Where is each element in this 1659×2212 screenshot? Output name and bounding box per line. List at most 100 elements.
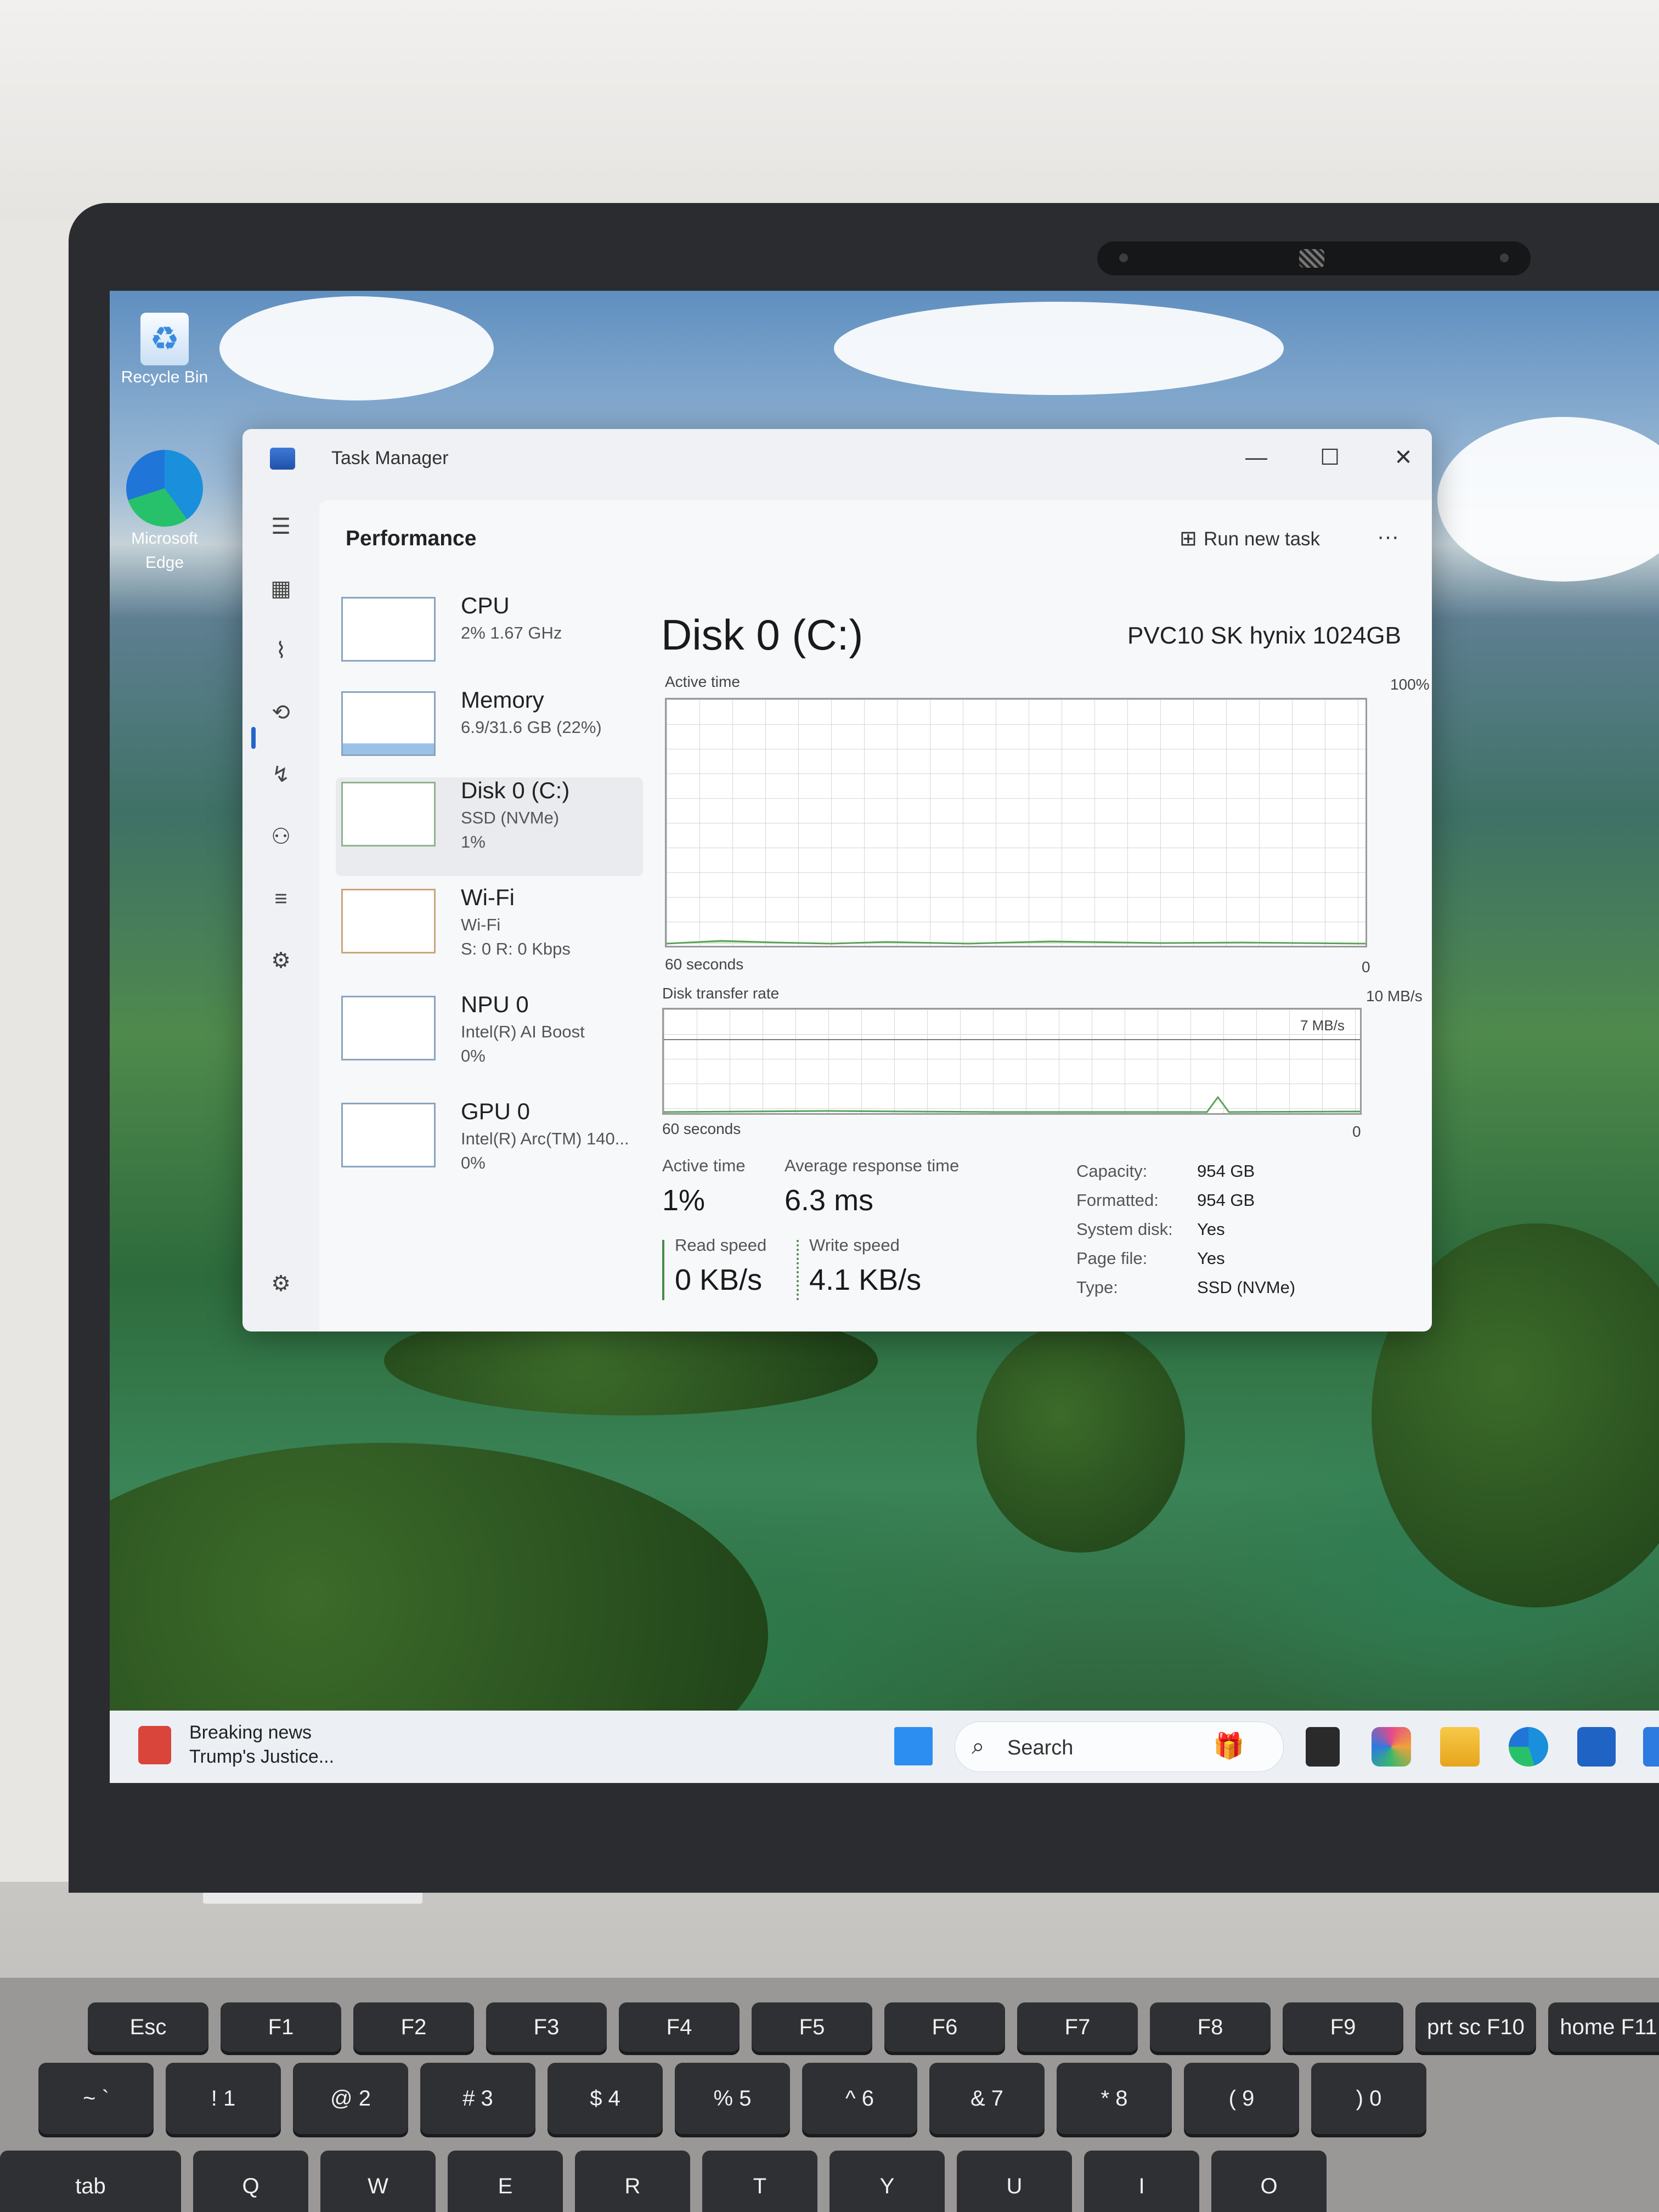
function-key[interactable]: F3: [486, 2002, 607, 2052]
number-key[interactable]: ) 0: [1311, 2063, 1426, 2134]
startup-apps-icon[interactable]: ↯: [266, 759, 296, 790]
app-history-icon[interactable]: ⟲: [266, 697, 296, 728]
details-icon[interactable]: ≡: [266, 883, 296, 914]
search-box[interactable]: ⌕ Search 🎁: [955, 1722, 1284, 1772]
letter-key[interactable]: Q: [193, 2151, 308, 2212]
cpu-thumbnail-graph: [341, 597, 436, 662]
hamburger-icon[interactable]: ☰: [266, 511, 296, 542]
function-key[interactable]: F7: [1017, 2002, 1138, 2052]
prop-key: System disk:: [1076, 1220, 1173, 1239]
news-widget[interactable]: Breaking news Trump's Justice...: [189, 1720, 334, 1769]
function-key[interactable]: prt sc F10: [1415, 2002, 1536, 2052]
settings-icon[interactable]: ⚙: [266, 1268, 296, 1299]
maximize-button[interactable]: ☐: [1313, 441, 1346, 474]
number-key[interactable]: & 7: [929, 2063, 1045, 2134]
read-speed-marker: [662, 1240, 664, 1300]
function-key[interactable]: F9: [1283, 2002, 1403, 2052]
function-key[interactable]: F4: [619, 2002, 740, 2052]
resource-name: CPU: [461, 592, 510, 618]
close-button[interactable]: ✕: [1387, 441, 1420, 474]
resource-wifi[interactable]: Wi-Fi Wi-Fi S: 0 R: 0 Kbps: [336, 884, 643, 983]
stat-active-time-value: 1%: [662, 1184, 706, 1217]
active-time-line: [666, 940, 1366, 945]
start-button-icon[interactable]: [894, 1727, 933, 1765]
letter-key[interactable]: tab: [0, 2151, 181, 2212]
webcam-shutter[interactable]: [1299, 249, 1324, 268]
number-key[interactable]: ! 1: [166, 2063, 281, 2134]
processes-icon[interactable]: ▦: [266, 573, 296, 604]
resource-usage: S: 0 R: 0 Kbps: [461, 939, 571, 958]
title-bar[interactable]: Task Manager — ☐ ✕: [242, 429, 1432, 500]
number-key[interactable]: # 3: [420, 2063, 535, 2134]
function-key[interactable]: F2: [353, 2002, 474, 2052]
microsoft-365-icon[interactable]: [1372, 1727, 1411, 1767]
wallpaper-cloud: [219, 296, 494, 400]
number-key[interactable]: @ 2: [293, 2063, 408, 2134]
function-key[interactable]: F1: [221, 2002, 341, 2052]
letter-key[interactable]: U: [957, 2151, 1072, 2212]
number-key[interactable]: $ 4: [548, 2063, 663, 2134]
number-key[interactable]: ^ 6: [802, 2063, 917, 2134]
resource-memory[interactable]: Memory 6.9/31.6 GB (22%): [336, 687, 643, 786]
write-speed-marker: [797, 1240, 799, 1300]
disk-model: PVC10 SK hynix 1024GB: [1127, 622, 1401, 649]
edge-shortcut[interactable]: Microsoft Edge: [110, 450, 219, 575]
resource-detail: 6.9/31.6 GB (22%): [461, 718, 602, 737]
number-key[interactable]: * 8: [1057, 2063, 1172, 2134]
resource-name: Wi-Fi: [461, 884, 515, 910]
active-time-graph-label: Active time: [665, 673, 740, 690]
active-time-span-label: 60 seconds: [665, 956, 744, 973]
news-widget-icon[interactable]: [138, 1726, 171, 1764]
users-icon[interactable]: ⚇: [266, 821, 296, 852]
task-manager-app-icon: [270, 448, 295, 470]
resource-detail: SSD (NVMe): [461, 808, 560, 827]
resource-disk[interactable]: Disk 0 (C:) SSD (NVMe) 1%: [336, 777, 643, 876]
prop-value: 954 GB: [1197, 1190, 1255, 1210]
letter-key[interactable]: W: [320, 2151, 436, 2212]
transfer-rate-graph: 7 MB/s: [662, 1008, 1362, 1115]
function-key[interactable]: home F11: [1548, 2002, 1659, 2052]
resource-cpu[interactable]: CPU 2% 1.67 GHz: [336, 592, 643, 691]
nav-rail: ☰ ▦ ⌇ ⟲ ↯ ⚇ ≡ ⚙ ⚙: [242, 500, 319, 1331]
background-wall: [0, 0, 1659, 219]
resource-gpu[interactable]: GPU 0 Intel(R) Arc(TM) 140... 0%: [336, 1098, 643, 1197]
store-icon[interactable]: [1577, 1727, 1616, 1767]
number-key[interactable]: ( 9: [1184, 2063, 1299, 2134]
task-manager-window: Task Manager — ☐ ✕ ☰ ▦ ⌇ ⟲ ↯ ⚇ ≡ ⚙ ⚙ Per…: [242, 429, 1432, 1331]
stat-active-time-label: Active time: [662, 1156, 746, 1175]
letter-key[interactable]: I: [1084, 2151, 1199, 2212]
function-key[interactable]: F5: [752, 2002, 872, 2052]
resource-npu[interactable]: NPU 0 Intel(R) AI Boost 0%: [336, 991, 643, 1090]
number-key[interactable]: ~ `: [38, 2063, 154, 2134]
number-key[interactable]: % 5: [675, 2063, 790, 2134]
edge-taskbar-icon[interactable]: [1509, 1727, 1548, 1767]
letter-key[interactable]: Y: [830, 2151, 945, 2212]
function-key[interactable]: Esc: [88, 2002, 208, 2052]
letter-key[interactable]: T: [702, 2151, 817, 2212]
letter-key[interactable]: E: [448, 2151, 563, 2212]
prop-key: Formatted:: [1076, 1190, 1159, 1210]
letter-key[interactable]: O: [1211, 2151, 1327, 2212]
file-explorer-icon[interactable]: [1440, 1727, 1480, 1767]
function-key[interactable]: F8: [1150, 2002, 1271, 2052]
services-icon[interactable]: ⚙: [266, 945, 296, 976]
wallpaper-cloud: [1437, 417, 1659, 582]
gpu-thumbnail-graph: [341, 1103, 436, 1167]
resource-usage: 0%: [461, 1046, 486, 1065]
recycle-bin-shortcut[interactable]: ♻ Recycle Bin: [110, 313, 219, 390]
detail-title: Disk 0 (C:): [661, 611, 864, 659]
run-new-task-button[interactable]: ⊞ Run new task: [1180, 522, 1344, 555]
sensor-dot: [1119, 253, 1128, 262]
recycle-bin-icon: ♻: [140, 313, 189, 365]
letter-key[interactable]: R: [575, 2151, 690, 2212]
more-options-button[interactable]: ···: [1372, 522, 1404, 555]
search-placeholder: Search: [1007, 1736, 1074, 1759]
function-key[interactable]: F6: [884, 2002, 1005, 2052]
performance-icon[interactable]: ⌇: [266, 635, 296, 666]
minimize-button[interactable]: —: [1240, 441, 1273, 474]
edge-label: Microsoft Edge: [131, 529, 198, 572]
transfer-rate-min-label: 0: [1352, 1123, 1361, 1140]
disk-thumbnail-graph: [341, 782, 436, 847]
pinned-app-icon[interactable]: [1643, 1727, 1659, 1767]
task-view-icon[interactable]: [1306, 1727, 1340, 1767]
